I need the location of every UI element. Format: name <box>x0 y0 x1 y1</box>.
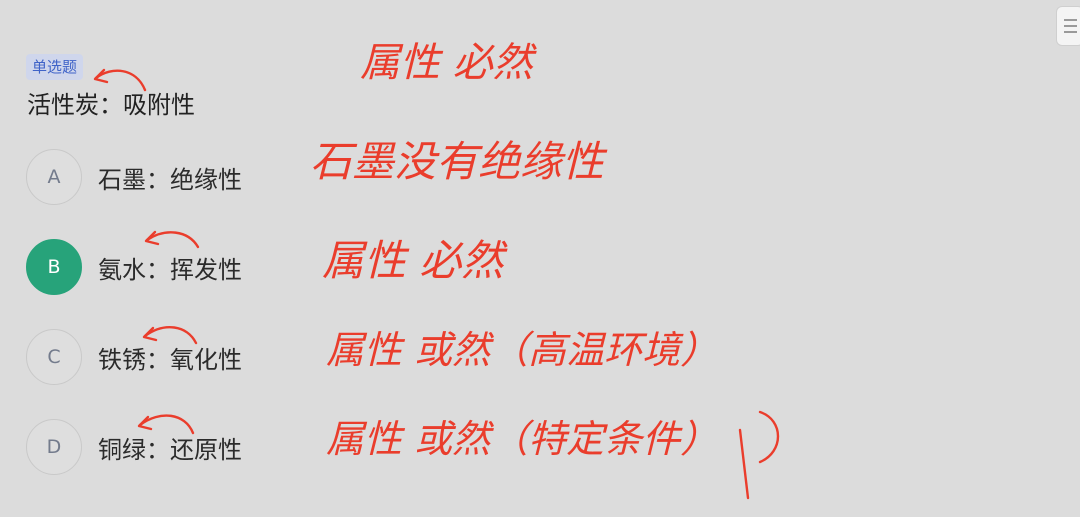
annotation-text-layer: 属性 必然 石墨没有绝缘性 属性 必然 属性 或然（高温环境） 属性 或然（特定… <box>310 40 718 461</box>
annotation-a: 石墨没有绝缘性 <box>310 137 608 186</box>
annotation-d: 属性 或然（特定条件） <box>326 417 718 461</box>
annotation-b: 属性 必然 <box>322 236 508 285</box>
annotation-stem: 属性 必然 <box>360 40 538 86</box>
annotation-c: 属性 或然（高温环境） <box>326 328 718 372</box>
